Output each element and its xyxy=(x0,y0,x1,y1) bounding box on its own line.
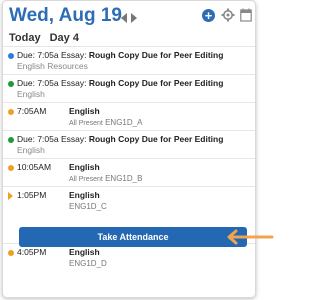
class-time: 4:05PM xyxy=(17,247,47,257)
date-title: Wed, Aug 19 xyxy=(9,5,122,26)
due-course: English Resources xyxy=(17,61,88,71)
due-line: Due: 7:05a Essay: Rough Copy Due for Pee… xyxy=(17,134,224,144)
due-line: Due: 7:05a Essay: Rough Copy Due for Pee… xyxy=(17,78,224,88)
class-name: English xyxy=(69,190,100,200)
class-section: ENG1D_D xyxy=(69,259,107,268)
chevron-left-icon[interactable] xyxy=(121,13,127,23)
gear-icon[interactable] xyxy=(221,8,235,22)
class-time: 10:05AM xyxy=(17,162,52,172)
status-dot xyxy=(8,165,14,171)
class-section: All Present ENG1D_B xyxy=(69,174,143,183)
class-section: ENG1D_C xyxy=(69,202,107,211)
list-item[interactable]: Due: 7:05a Essay: Rough Copy Due for Pee… xyxy=(3,46,255,74)
status-dot xyxy=(8,53,14,59)
list-item[interactable]: Due: 7:05a Essay: Rough Copy Due for Pee… xyxy=(3,74,255,102)
agenda-header: Wed, Aug 19 + xyxy=(3,1,255,35)
annotation-arrow-icon xyxy=(227,229,274,245)
day-agenda-panel: Wed, Aug 19 + Today Day 4 Due: 7:05a Essa… xyxy=(2,0,256,298)
list-item[interactable]: Due: 7:05a Essay: Rough Copy Due for Pee… xyxy=(3,130,255,158)
list-item[interactable]: 10:05AM English All Present ENG1D_B xyxy=(3,158,255,186)
class-section: All Present ENG1D_A xyxy=(69,118,143,127)
day-subheader: Today Day 4 xyxy=(9,32,79,44)
due-course: English xyxy=(17,89,45,99)
status-dot xyxy=(8,250,14,256)
current-class-marker-icon xyxy=(8,192,13,200)
take-attendance-button[interactable]: Take Attendance xyxy=(19,227,247,247)
today-label[interactable]: Today xyxy=(9,32,41,44)
class-name: English xyxy=(69,106,100,116)
status-dot xyxy=(8,137,14,143)
day-cycle-label: Day 4 xyxy=(49,32,79,44)
class-name: English xyxy=(69,162,100,172)
class-name: English xyxy=(69,247,100,257)
class-time: 7:05AM xyxy=(17,106,47,116)
list-item[interactable]: 4:05PM English ENG1D_D xyxy=(3,243,255,274)
class-time: 1:05PM xyxy=(17,190,47,200)
due-course: English xyxy=(17,145,45,155)
list-item[interactable]: 7:05AM English All Present ENG1D_A xyxy=(3,102,255,130)
chevron-right-icon[interactable] xyxy=(131,13,137,23)
due-line: Due: 7:05a Essay: Rough Copy Due for Pee… xyxy=(17,50,224,60)
status-dot xyxy=(8,109,14,115)
calendar-icon[interactable] xyxy=(240,8,252,22)
plus-circle-icon[interactable]: + xyxy=(202,9,215,22)
status-dot xyxy=(8,81,14,87)
